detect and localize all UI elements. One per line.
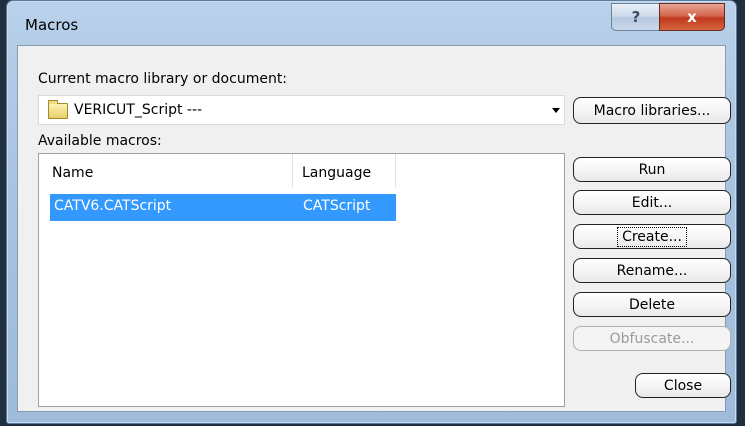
- delete-button-label: Delete: [629, 296, 675, 313]
- window-close-button[interactable]: x: [659, 3, 725, 31]
- help-button[interactable]: ?: [611, 3, 661, 31]
- list-header: Name Language: [39, 154, 564, 188]
- macro-libraries-button-label: Macro libraries...: [593, 102, 711, 119]
- run-button[interactable]: Run: [573, 157, 731, 182]
- title-bar[interactable]: Macros ? x: [7, 1, 736, 46]
- close-button-label: Close: [663, 377, 703, 394]
- column-header-language[interactable]: Language: [293, 154, 396, 188]
- edit-button[interactable]: Edit...: [573, 190, 731, 215]
- help-icon: ?: [631, 8, 641, 26]
- macros-dialog: Macros ? x Current macro library or docu…: [6, 0, 737, 424]
- close-icon: x: [687, 8, 697, 26]
- folder-icon: [48, 100, 68, 119]
- close-button[interactable]: Close: [635, 373, 731, 398]
- window-title: Macros: [25, 16, 79, 34]
- create-button-label: Create...: [617, 226, 687, 247]
- library-dropdown[interactable]: VERICUT_Script ---: [38, 95, 565, 125]
- obfuscate-button-label: Obfuscate...: [609, 330, 695, 347]
- delete-button[interactable]: Delete: [573, 292, 731, 317]
- available-macros-label: Available macros:: [38, 133, 162, 149]
- table-row[interactable]: CATV6.CATScript CATScript: [50, 194, 396, 221]
- macro-language-cell: CATScript: [303, 198, 371, 214]
- macros-list[interactable]: Name Language CATV6.CATScript CATScript: [38, 153, 565, 407]
- edit-button-label: Edit...: [631, 194, 673, 211]
- dialog-body: Current macro library or document: VERIC…: [17, 45, 731, 412]
- obfuscate-button[interactable]: Obfuscate...: [573, 326, 731, 351]
- column-header-name[interactable]: Name: [39, 154, 293, 188]
- rename-button-label: Rename...: [616, 262, 688, 279]
- library-label: Current macro library or document:: [38, 71, 288, 87]
- chevron-down-icon[interactable]: [552, 108, 560, 113]
- macro-libraries-button[interactable]: Macro libraries...: [573, 97, 731, 124]
- run-button-label: Run: [638, 161, 666, 178]
- rename-button[interactable]: Rename...: [573, 258, 731, 283]
- library-dropdown-value: VERICUT_Script ---: [74, 102, 203, 118]
- create-button[interactable]: Create...: [573, 224, 731, 249]
- macro-name-cell: CATV6.CATScript: [54, 198, 172, 214]
